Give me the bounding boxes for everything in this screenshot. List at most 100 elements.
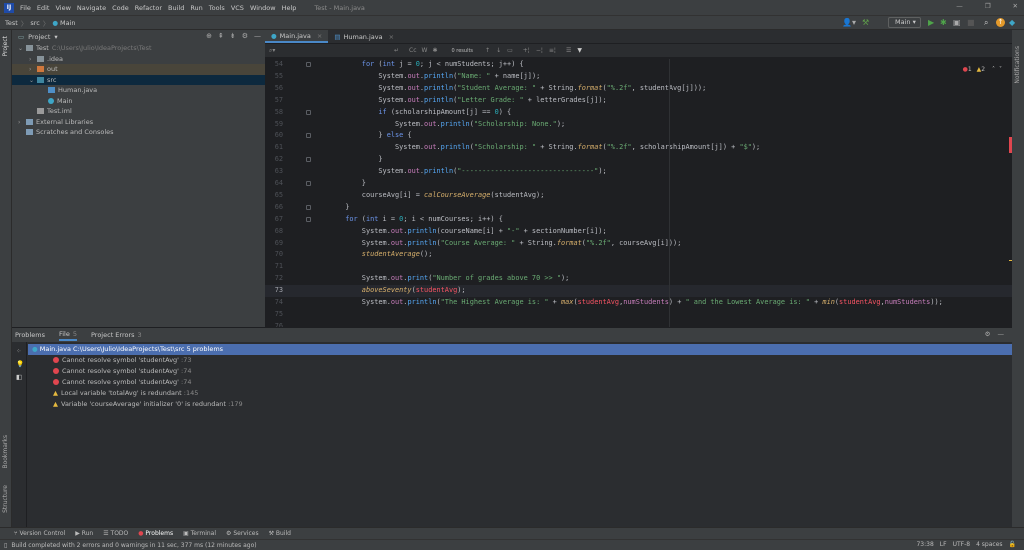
run-icon[interactable]: ▶ bbox=[928, 17, 934, 28]
code-line[interactable]: 54 for (int j = 0; j < numStudents; j++) … bbox=[265, 59, 1012, 71]
gear-icon[interactable]: ⚙ bbox=[242, 32, 248, 40]
tool-window-problems[interactable]: ● Problems bbox=[138, 530, 173, 537]
debug-icon[interactable]: ✱ bbox=[940, 17, 947, 28]
minimize-icon[interactable]: — bbox=[956, 2, 963, 10]
menu-refactor[interactable]: Refactor bbox=[135, 4, 162, 12]
remove-occurrence-icon[interactable]: −¦ bbox=[536, 47, 543, 54]
next-problem-icon[interactable]: ˅ bbox=[999, 66, 1002, 73]
fold-marker-icon[interactable] bbox=[306, 157, 311, 163]
menu-window[interactable]: Window bbox=[250, 4, 276, 12]
fold-marker-icon[interactable] bbox=[306, 133, 311, 139]
filter-icon[interactable]: ▼ bbox=[577, 47, 582, 54]
problems-tab-project-errors[interactable]: Project Errors 3 bbox=[91, 331, 142, 339]
tree-item[interactable]: › .idea bbox=[12, 54, 265, 65]
crumb-project[interactable]: Test bbox=[5, 19, 18, 27]
locate-icon[interactable]: ⊕ bbox=[206, 32, 212, 40]
indent-setting[interactable]: 4 spaces bbox=[976, 541, 1002, 548]
code-line[interactable]: 55 System.out.println("Name: " + name[j])… bbox=[265, 71, 1012, 83]
menu-file[interactable]: File bbox=[20, 4, 31, 12]
preview-icon[interactable]: ◧ bbox=[16, 373, 26, 381]
gear-icon[interactable]: ⚙ bbox=[985, 330, 991, 338]
fold-marker-icon[interactable] bbox=[306, 204, 311, 210]
project-view-select[interactable]: Project bbox=[28, 33, 50, 41]
tab-main-java[interactable]: ● Main.java × bbox=[265, 29, 329, 43]
restore-icon[interactable]: ❐ bbox=[985, 2, 991, 10]
code-line[interactable]: 66} bbox=[265, 202, 1012, 214]
problem-item[interactable]: ▲ Variable 'courseAverage' initializer '0… bbox=[28, 399, 1012, 410]
problem-file-row[interactable]: ● Main.java C:\Users\Julio\IdeaProjects\… bbox=[28, 344, 1012, 355]
code-line[interactable]: 70 studentAverage(); bbox=[265, 249, 1012, 261]
warning-stripe-marker[interactable] bbox=[1009, 260, 1012, 261]
menu-tools[interactable]: Tools bbox=[209, 4, 225, 12]
close-icon[interactable]: ✕ bbox=[1013, 2, 1018, 10]
menu-run[interactable]: Run bbox=[190, 4, 202, 12]
menu-navigate[interactable]: Navigate bbox=[77, 4, 106, 12]
search-icon[interactable]: ⌕ bbox=[984, 17, 988, 28]
tab-human-java[interactable]: ▤ Human.java × bbox=[328, 30, 400, 43]
tool-window-build[interactable]: ⚒ Build bbox=[269, 530, 291, 537]
stop-icon[interactable]: ■ bbox=[967, 17, 975, 28]
prev-problem-icon[interactable]: ˄ bbox=[992, 66, 995, 73]
tree-item[interactable]: Scratches and Consoles bbox=[12, 127, 265, 138]
hide-icon[interactable]: — bbox=[254, 32, 261, 40]
problem-item[interactable]: Cannot resolve symbol 'studentAvg' :74 bbox=[28, 366, 1012, 377]
code-line[interactable]: 63 System.out.println("------------------… bbox=[265, 166, 1012, 178]
user-icon[interactable]: 👤▾ bbox=[842, 17, 856, 28]
find-input[interactable]: ⌕▾ bbox=[269, 47, 389, 55]
code-line[interactable]: 61 System.out.println("Scholarship: " + S… bbox=[265, 142, 1012, 154]
crumb-main[interactable]: Main bbox=[60, 19, 76, 27]
error-stripe-marker[interactable] bbox=[1009, 137, 1012, 153]
select-all-occurrences-icon[interactable]: ≡¦ bbox=[549, 47, 556, 54]
code-line[interactable]: 71 bbox=[265, 261, 1012, 273]
project-tool-button[interactable]: Project bbox=[2, 36, 9, 57]
code-line[interactable]: 62} bbox=[265, 154, 1012, 166]
code-line[interactable]: 56 System.out.println("Student Average: "… bbox=[265, 83, 1012, 95]
tree-item[interactable]: › out bbox=[12, 64, 265, 75]
menu-vcs[interactable]: VCS bbox=[231, 4, 244, 12]
problem-item[interactable]: Cannot resolve symbol 'studentAvg' :73 bbox=[28, 355, 1012, 366]
code-line[interactable]: 74 System.out.println("The Highest Averag… bbox=[265, 297, 1012, 309]
plugin-logo-icon[interactable]: ◆ bbox=[1009, 17, 1015, 28]
tree-item[interactable]: ⌄ src bbox=[12, 74, 265, 85]
update-icon[interactable]: ↑ bbox=[996, 18, 1005, 27]
file-encoding[interactable]: UTF-8 bbox=[953, 541, 971, 548]
prev-occurrence-icon[interactable]: ↑ bbox=[485, 47, 490, 54]
tool-window-run[interactable]: ▶ Run bbox=[75, 530, 93, 537]
next-occurrence-icon[interactable]: ↓ bbox=[496, 47, 501, 54]
line-separator[interactable]: LF bbox=[940, 541, 947, 548]
code-line[interactable]: 58 if (scholarshipAmount[j] == 0) { bbox=[265, 107, 1012, 119]
tool-window-todo[interactable]: ☰ TODO bbox=[103, 530, 128, 537]
tree-item[interactable]: Test.iml bbox=[12, 106, 265, 117]
newline-icon[interactable]: ↵ bbox=[394, 47, 399, 54]
fold-marker-icon[interactable] bbox=[306, 62, 311, 67]
code-line[interactable]: 73 aboveSeventy(studentAvg); bbox=[265, 285, 1012, 297]
tree-item[interactable]: Main bbox=[12, 96, 265, 107]
status-message[interactable]: Build completed with 2 errors and 0 warn… bbox=[11, 542, 256, 549]
fold-marker-icon[interactable] bbox=[306, 109, 311, 115]
group-by-icon[interactable]: ⁘ bbox=[16, 347, 26, 355]
tree-item[interactable]: Human.java bbox=[12, 85, 265, 96]
run-config-select[interactable]: Main ▾ bbox=[888, 17, 921, 28]
caret-position[interactable]: 73:38 bbox=[916, 541, 933, 548]
tool-window-version-control[interactable]: ⑂ Version Control bbox=[14, 530, 65, 537]
quick-fix-bulb-icon[interactable]: 💡 bbox=[16, 360, 26, 368]
whole-words-toggle[interactable]: W bbox=[422, 47, 428, 54]
code-line[interactable]: 64} bbox=[265, 178, 1012, 190]
code-line[interactable]: 72 System.out.print("Number of grades abo… bbox=[265, 273, 1012, 285]
collapse-all-icon[interactable]: ⇟ bbox=[230, 32, 236, 40]
problem-item[interactable]: Cannot resolve symbol 'studentAvg' :74 bbox=[28, 377, 1012, 388]
code-line[interactable]: 57 System.out.println("Letter Grade: " + … bbox=[265, 95, 1012, 107]
notifications-tool-button[interactable]: Notifications bbox=[1014, 46, 1021, 84]
code-line[interactable]: 59 System.out.println("Scholarship: None.… bbox=[265, 119, 1012, 131]
select-all-icon[interactable]: ▭ bbox=[507, 47, 513, 54]
close-tab-icon[interactable]: × bbox=[317, 29, 322, 43]
code-area[interactable]: 54 for (int j = 0; j < numStudents; j++) … bbox=[265, 59, 1012, 330]
inspection-widget[interactable]: ●1 ▲2 ˄ ˅ bbox=[963, 66, 1002, 73]
code-line[interactable]: 60} else { bbox=[265, 130, 1012, 142]
add-occurrence-icon[interactable]: +¦ bbox=[523, 47, 530, 54]
tree-item[interactable]: ⌄ Test C:\Users\Julio\IdeaProjects\Test bbox=[12, 43, 265, 54]
match-case-toggle[interactable]: Cc bbox=[409, 47, 417, 54]
build-hammer-icon[interactable]: ⚒ bbox=[862, 17, 869, 28]
code-line[interactable]: 65 courseAvg[i] = calCourseAverage(studen… bbox=[265, 190, 1012, 202]
fold-marker-icon[interactable] bbox=[306, 216, 311, 222]
